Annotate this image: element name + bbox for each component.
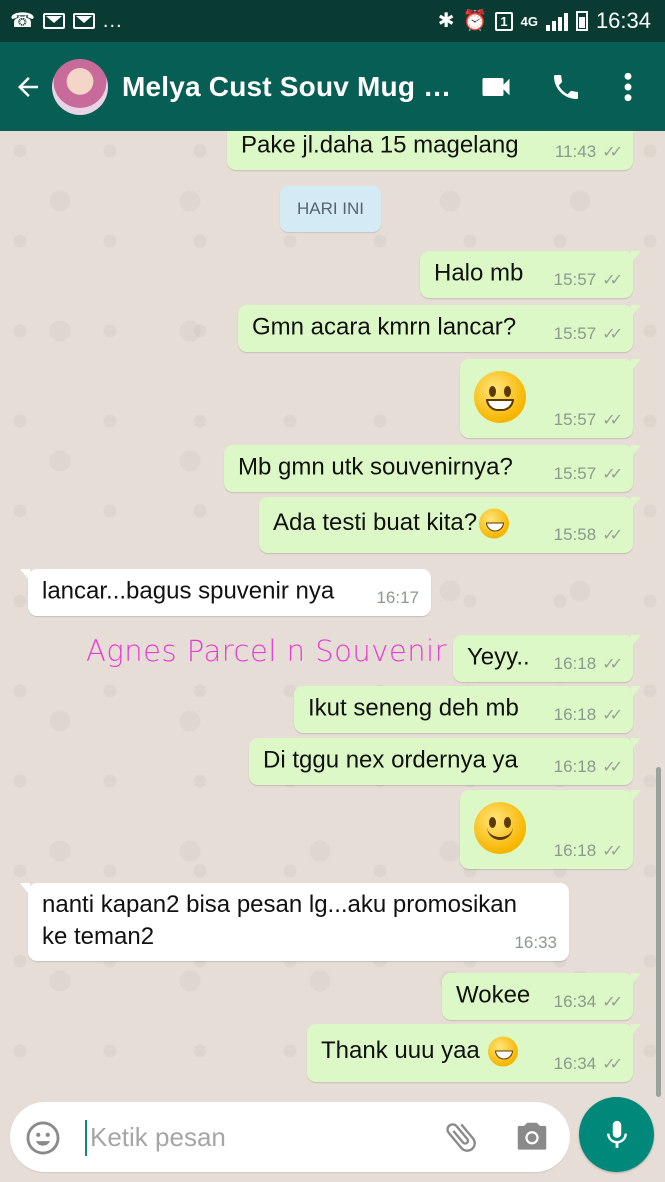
chat-area[interactable]: Pake jl.daha 15 magelang 11:43 ✓✓ HARI IN…	[0, 131, 665, 1097]
grinning-face-emoji	[474, 371, 526, 423]
contact-name[interactable]: Melya Cust Souv Mug K...	[122, 71, 465, 103]
sim-indicator: 1	[495, 11, 513, 31]
message-bubble[interactable]: Yeyy.. 16:18 ✓✓	[453, 635, 641, 682]
clock: 16:34	[595, 8, 651, 33]
back-arrow-icon[interactable]	[4, 63, 52, 111]
watermark-text: Agnes Parcel n Souvenir	[86, 634, 448, 668]
message-bubble[interactable]: Halo mb 15:57 ✓✓	[420, 251, 641, 298]
message-bubble[interactable]: 16:18 ✓✓	[460, 790, 641, 869]
message-bubble[interactable]: Wokee 16:34 ✓✓	[442, 973, 641, 1020]
double-check-icon: ✓✓	[602, 272, 623, 289]
double-check-icon: ✓✓	[602, 144, 623, 161]
double-check-icon: ✓✓	[602, 326, 623, 343]
message-bubble[interactable]: Ikut seneng deh mb 16:18 ✓✓	[294, 686, 641, 733]
contact-avatar[interactable]	[52, 58, 108, 115]
message-bubble[interactable]: Di tggu nex ordernya ya 16:18 ✓✓	[249, 738, 641, 785]
message-time: 16:18	[553, 705, 597, 724]
grinning-face-emoji	[488, 1036, 519, 1067]
compose-bar: Ketik pesan	[0, 1097, 665, 1182]
message-bubble[interactable]: 15:57 ✓✓	[460, 359, 641, 438]
message-time: 16:17	[376, 588, 419, 607]
message-time: 16:18	[553, 654, 597, 673]
message-bubble[interactable]: Pake jl.daha 15 magelang 11:43 ✓✓	[227, 131, 641, 170]
message-text: Di tggu nex ordernya ya	[263, 746, 518, 774]
message-time: 16:33	[514, 933, 557, 952]
bluetooth-icon: ✱	[437, 10, 455, 32]
message-time: 15:57	[553, 270, 597, 289]
microphone-button[interactable]	[579, 1097, 654, 1172]
message-text: Yeyy..	[467, 643, 530, 671]
message-time: 16:34	[553, 992, 597, 1011]
voice-call-icon[interactable]	[535, 56, 597, 118]
message-time: 15:57	[553, 410, 597, 429]
battery-icon	[575, 11, 588, 31]
message-input[interactable]: Ketik pesan	[90, 1122, 226, 1153]
more-notifications: ...	[102, 9, 123, 32]
double-check-icon: ✓✓	[602, 843, 623, 860]
network-type: 4G	[520, 13, 538, 29]
camera-icon[interactable]	[513, 1118, 553, 1158]
message-text: Gmn acara kmrn lancar?	[252, 313, 517, 341]
alarm-icon: ⏰	[462, 10, 488, 32]
message-text: Ada testi buat kita?	[273, 508, 478, 536]
message-bubble[interactable]: Gmn acara kmrn lancar? 15:57 ✓✓	[238, 305, 641, 352]
double-check-icon: ✓✓	[602, 759, 623, 776]
message-time: 16:18	[553, 841, 597, 860]
status-bar: ☎ ... ✱ ⏰ 1 4G 16:34	[0, 0, 665, 42]
message-bubble[interactable]: Mb gmn utk souvenirnya? 15:57 ✓✓	[224, 445, 641, 492]
message-text: Ikut seneng deh mb	[308, 694, 519, 722]
whatsapp-notification-icon: ☎	[10, 10, 35, 32]
mail-icon	[42, 13, 65, 29]
message-text: nanti kapan2 bisa pesan lg...aku promosi…	[42, 891, 517, 918]
message-time: 16:34	[553, 1054, 597, 1073]
double-check-icon: ✓✓	[602, 466, 623, 483]
double-check-icon: ✓✓	[602, 1056, 623, 1073]
emoji-icon[interactable]	[24, 1119, 62, 1157]
video-call-icon[interactable]	[465, 56, 527, 118]
message-text: Halo mb	[434, 259, 524, 287]
message-time: 16:18	[553, 757, 597, 776]
chat-header: Melya Cust Souv Mug K...	[0, 42, 665, 131]
smiling-face-emoji	[479, 508, 510, 539]
text-cursor	[85, 1120, 87, 1156]
double-check-icon: ✓✓	[602, 656, 623, 673]
double-check-icon: ✓✓	[602, 994, 623, 1011]
mail-icon	[72, 13, 95, 29]
scrollbar[interactable]	[656, 767, 661, 1097]
message-bubble[interactable]: lancar...bagus spuvenir nya 16:17	[20, 569, 431, 616]
message-bubble[interactable]: Thank uuu yaa 16:34 ✓✓	[307, 1024, 641, 1082]
message-text: Pake jl.daha 15 magelang	[241, 131, 519, 159]
double-check-icon: ✓✓	[602, 527, 623, 544]
message-text: Mb gmn utk souvenirnya?	[238, 453, 513, 481]
message-bubble[interactable]: nanti kapan2 bisa pesan lg...aku promosi…	[20, 883, 569, 961]
message-time: 15:57	[553, 324, 597, 343]
date-separator: HARI INI	[280, 186, 381, 232]
message-time: 11:43	[554, 142, 597, 161]
message-bubble[interactable]: Ada testi buat kita? 15:58 ✓✓	[259, 497, 641, 553]
message-text: lancar...bagus spuvenir nya	[42, 577, 335, 605]
double-check-icon: ✓✓	[602, 412, 623, 429]
microphone-icon	[606, 1120, 627, 1148]
message-time: 15:58	[553, 525, 597, 544]
message-text: Thank uuu yaa	[321, 1036, 480, 1064]
overflow-menu-icon[interactable]	[597, 56, 659, 118]
message-input-container[interactable]: Ketik pesan	[10, 1102, 570, 1172]
signal-icon	[545, 11, 568, 31]
paperclip-icon[interactable]	[442, 1118, 482, 1158]
message-text: ke teman2	[42, 923, 155, 950]
double-check-icon: ✓✓	[602, 707, 623, 724]
message-time: 15:57	[553, 464, 597, 483]
message-text: Wokee	[456, 981, 531, 1009]
slightly-smiling-face-emoji	[474, 802, 526, 854]
